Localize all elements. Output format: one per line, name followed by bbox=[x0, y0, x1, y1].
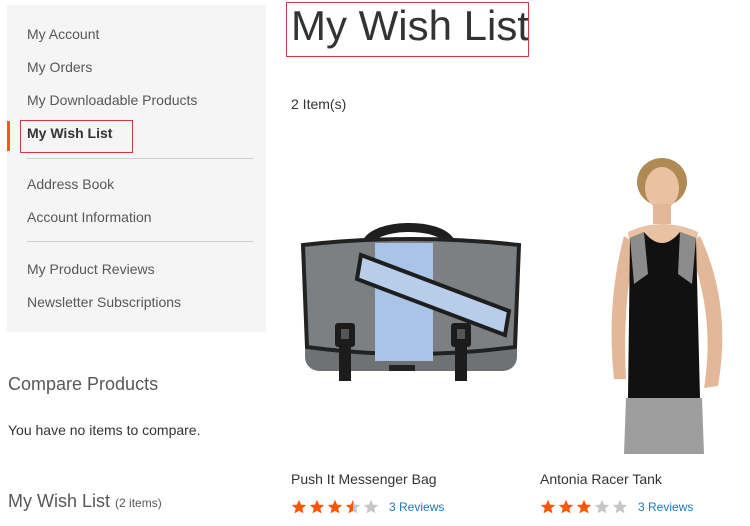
wishlist-block-label: My Wish List bbox=[8, 491, 111, 511]
nav-divider bbox=[27, 241, 254, 242]
sidebar-item-my-orders[interactable]: My Orders bbox=[27, 59, 92, 75]
reviews-link[interactable]: 3 Reviews bbox=[389, 500, 444, 514]
highlight-box-nav bbox=[20, 120, 133, 153]
messenger-bag-image[interactable] bbox=[291, 215, 531, 385]
star-empty-icon bbox=[594, 499, 610, 514]
star-half-icon bbox=[345, 499, 361, 514]
star-filled-icon bbox=[327, 499, 343, 514]
sidebar-item-my-account[interactable]: My Account bbox=[27, 26, 99, 42]
star-empty-icon bbox=[612, 499, 628, 514]
wishlist-block-title: My Wish List (2 items) bbox=[8, 491, 162, 512]
compare-products-title: Compare Products bbox=[8, 374, 159, 394]
nav-divider bbox=[27, 158, 254, 159]
wishlist-block-count: (2 items) bbox=[115, 496, 162, 510]
current-item-indicator bbox=[7, 121, 10, 151]
product-rating: 3 Reviews bbox=[291, 499, 444, 515]
star-filled-icon bbox=[576, 499, 592, 514]
highlight-box-title bbox=[286, 2, 529, 57]
sidebar-item-newsletter[interactable]: Newsletter Subscriptions bbox=[27, 294, 181, 310]
reviews-link[interactable]: 3 Reviews bbox=[638, 500, 693, 514]
product-name-link[interactable]: Antonia Racer Tank bbox=[540, 471, 662, 487]
racer-tank-image[interactable] bbox=[592, 154, 742, 454]
star-filled-icon bbox=[558, 499, 574, 514]
product-rating: 3 Reviews bbox=[540, 499, 693, 515]
compare-empty-message: You have no items to compare. bbox=[8, 422, 201, 438]
account-nav: My Account My Orders My Downloadable Pro… bbox=[7, 5, 266, 332]
sidebar-item-product-reviews[interactable]: My Product Reviews bbox=[27, 261, 155, 277]
sidebar-item-downloadable-products[interactable]: My Downloadable Products bbox=[27, 92, 197, 108]
star-filled-icon bbox=[291, 499, 307, 514]
items-count: 2 Item(s) bbox=[291, 96, 347, 112]
product-name-link[interactable]: Push It Messenger Bag bbox=[291, 471, 437, 487]
star-filled-icon bbox=[540, 499, 556, 514]
star-empty-icon bbox=[363, 499, 379, 514]
sidebar-item-address-book[interactable]: Address Book bbox=[27, 176, 114, 192]
sidebar-item-account-information[interactable]: Account Information bbox=[27, 209, 152, 225]
star-filled-icon bbox=[309, 499, 325, 514]
